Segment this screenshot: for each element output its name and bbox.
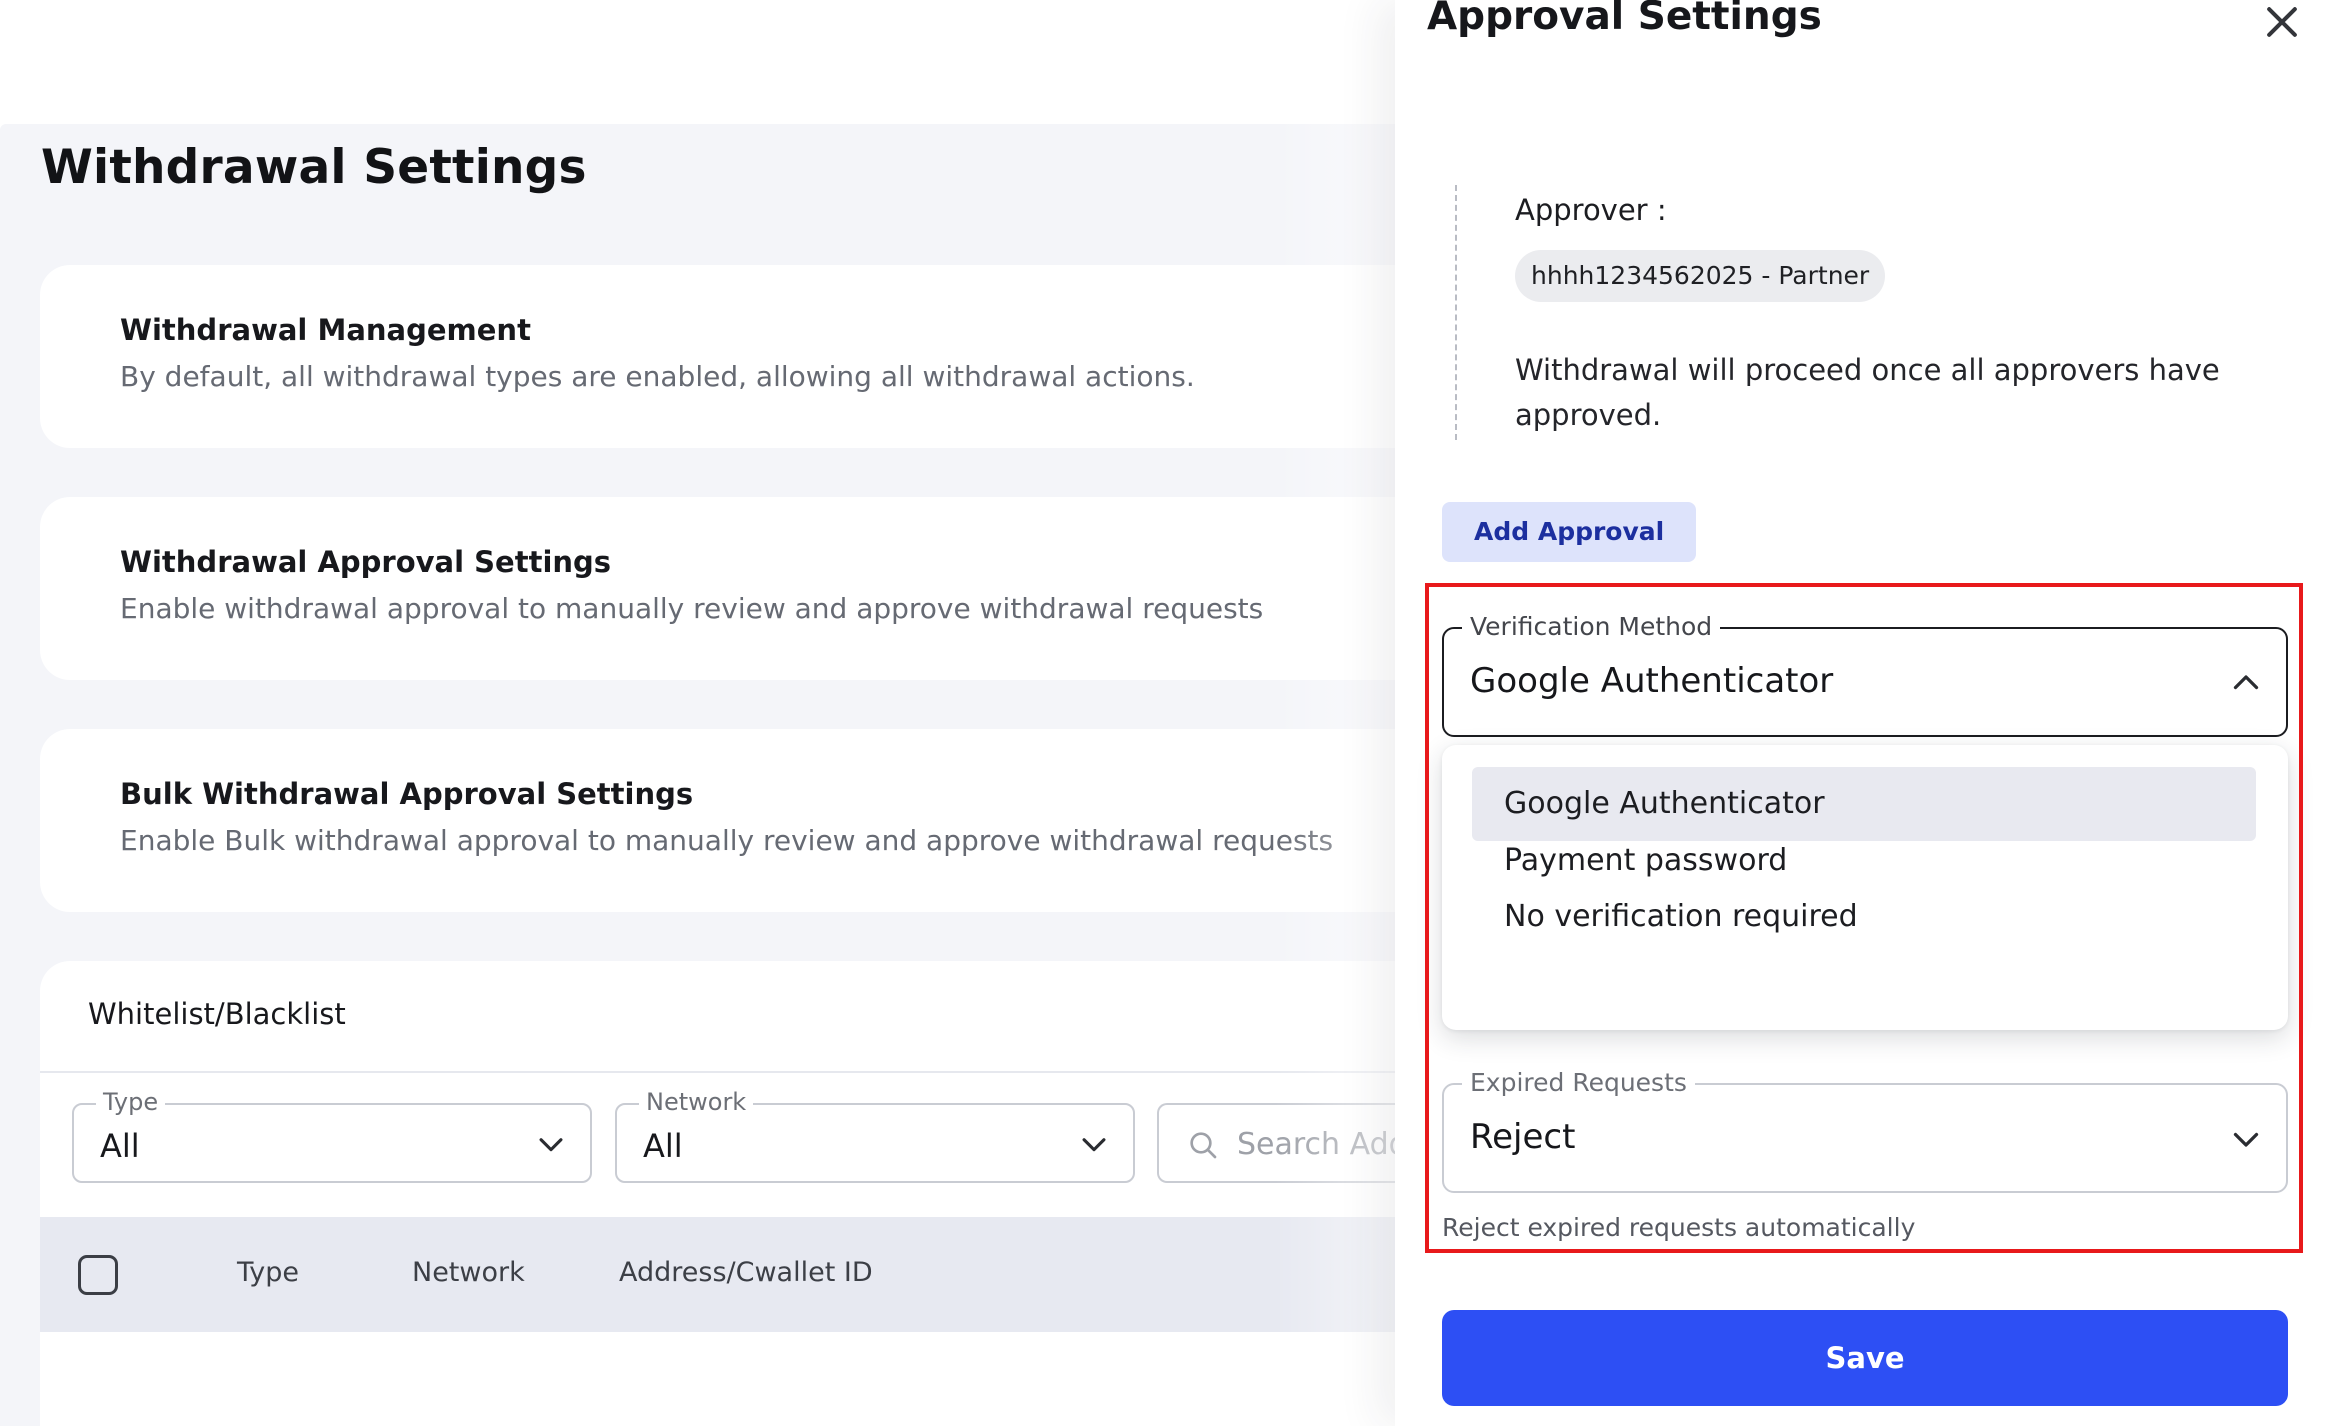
search-icon — [1190, 1132, 1217, 1159]
column-header-type[interactable]: Type — [237, 1257, 299, 1288]
whitelist-blacklist-card: Whitelist/Blacklist Type All Network All… — [40, 961, 1457, 1426]
network-filter-select[interactable]: Network All — [615, 1088, 1135, 1183]
expired-requests-helper-text: Reject expired requests automatically — [1442, 1213, 1916, 1242]
select-all-checkbox[interactable] — [78, 1255, 118, 1295]
option-no-verification[interactable]: No verification required — [1472, 880, 2256, 954]
chevron-down-icon — [539, 1138, 563, 1152]
drawer-title: Approval Settings — [1427, 0, 1822, 39]
verification-method-dropdown: Google Authenticator Payment password No… — [1442, 745, 2288, 1030]
network-filter-value: All — [643, 1127, 683, 1165]
type-filter-label: Type — [96, 1088, 166, 1116]
approval-note: Withdrawal will proceed once all approve… — [1515, 353, 2220, 432]
withdrawal-management-card[interactable]: Withdrawal Management By default, all wi… — [40, 265, 1395, 448]
table-header: Type Network Address/Cwallet ID — [40, 1217, 1395, 1332]
card-description: Enable withdrawal approval to manually r… — [120, 592, 1264, 625]
close-icon[interactable] — [2260, 0, 2304, 44]
type-filter-value: All — [100, 1127, 140, 1165]
chevron-down-icon — [2233, 1132, 2259, 1147]
verification-method-select[interactable]: Verification Method Google Authenticator — [1442, 612, 2288, 737]
card-title: Withdrawal Approval Settings — [120, 545, 612, 579]
withdrawal-approval-settings-card[interactable]: Withdrawal Approval Settings Enable with… — [40, 497, 1395, 680]
save-button[interactable]: Save — [1442, 1310, 2288, 1406]
section-title: Whitelist/Blacklist — [88, 997, 346, 1031]
network-filter-label: Network — [639, 1088, 754, 1116]
page-title: Withdrawal Settings — [41, 140, 587, 195]
approver-chip: hhhh1234562025 - Partner — [1515, 250, 1886, 302]
verification-method-value: Google Authenticator — [1470, 661, 1834, 701]
column-header-address[interactable]: Address/Cwallet ID — [619, 1257, 873, 1288]
approver-label: Approver : — [1515, 193, 1667, 227]
add-approval-button[interactable]: Add Approval — [1442, 502, 1697, 562]
approval-timeline-line — [1455, 185, 1457, 440]
expired-requests-select[interactable]: Expired Requests Reject — [1442, 1068, 2288, 1193]
card-title: Withdrawal Management — [120, 313, 531, 347]
approval-settings-drawer: Approval Settings Approver : hhhh1234562… — [1395, 0, 2330, 1426]
type-filter-select[interactable]: Type All — [72, 1088, 592, 1183]
chevron-down-icon — [1082, 1138, 1106, 1152]
card-title: Bulk Withdrawal Approval Settings — [120, 777, 694, 811]
bulk-withdrawal-approval-card[interactable]: Bulk Withdrawal Approval Settings Enable… — [40, 729, 1395, 912]
card-description: By default, all withdrawal types are ena… — [120, 360, 1195, 393]
expired-requests-value: Reject — [1470, 1117, 1576, 1157]
column-header-network[interactable]: Network — [412, 1257, 525, 1288]
chevron-up-icon — [2233, 675, 2259, 690]
expired-requests-label: Expired Requests — [1462, 1068, 1695, 1097]
divider — [40, 1071, 1395, 1073]
drawer-fade-overlay — [1275, 0, 1395, 1426]
card-description: Enable Bulk withdrawal approval to manua… — [120, 824, 1334, 857]
verification-method-label: Verification Method — [1462, 612, 1721, 641]
